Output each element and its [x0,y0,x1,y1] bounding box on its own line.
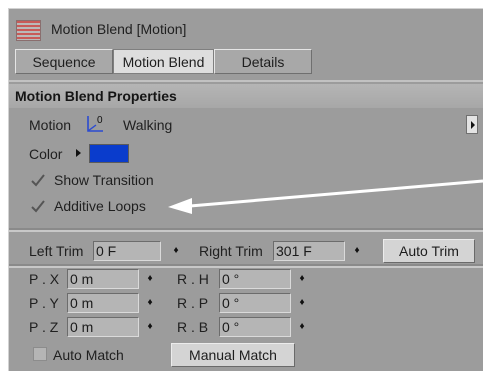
rh-label: R . H [177,271,209,287]
py-field[interactable]: 0 m [67,293,139,313]
right-trim-field[interactable]: 301 F [273,241,345,261]
pos-rot-row-x: P . X 0 m ♦ R . H 0 ° ♦ [9,267,483,291]
match-row: Auto Match Manual Match [9,343,483,367]
rb-field[interactable]: 0 ° [219,317,291,337]
checkmark-icon[interactable] [31,199,45,213]
rb-spinner[interactable]: ♦ [297,317,307,337]
pz-spinner[interactable]: ♦ [145,317,155,337]
manual-match-button[interactable]: Manual Match [171,343,295,367]
attribute-manager-panel: Motion Blend [Motion] Sequence Motion Bl… [8,8,483,371]
auto-trim-button[interactable]: Auto Trim [383,239,475,263]
color-swatch[interactable] [89,144,129,163]
color-row: Color [9,142,483,166]
motion-row: Motion 0 Walking [9,113,483,137]
additive-loops-label: Additive Loops [54,198,146,214]
expand-arrow-icon[interactable] [76,149,81,157]
svg-text:0: 0 [97,115,103,126]
tab-sequence[interactable]: Sequence [15,49,113,74]
auto-match-label: Auto Match [53,347,124,363]
left-trim-field[interactable]: 0 F [93,241,161,261]
rp-label: R . P [177,295,209,311]
py-spinner[interactable]: ♦ [145,293,155,313]
right-trim-spinner[interactable]: ♦ [352,241,362,261]
tab-bar: Sequence Motion Blend Details [15,49,312,74]
show-transition-row: Show Transition [9,168,483,192]
divider [9,80,483,82]
color-label: Color [29,146,63,162]
px-field[interactable]: 0 m [67,269,139,289]
panel-title: Motion Blend [Motion] [51,21,187,37]
right-trim-label: Right Trim [199,243,263,259]
rh-spinner[interactable]: ♦ [297,269,307,289]
section-title: Motion Blend Properties [9,84,483,108]
pos-rot-row-z: P . Z 0 m ♦ R . B 0 ° ♦ [9,315,483,339]
py-label: P . Y [29,295,59,311]
tab-motion-blend[interactable]: Motion Blend [113,49,214,74]
tab-details[interactable]: Details [214,49,312,74]
motion-link-arrow-button[interactable] [466,115,478,134]
rh-field[interactable]: 0 ° [219,269,291,289]
motion-blend-icon [16,20,41,41]
px-spinner[interactable]: ♦ [145,269,155,289]
panel-titlebar: Motion Blend [Motion] [9,9,483,47]
motion-value[interactable]: Walking [123,113,172,137]
rb-label: R . B [177,319,209,335]
divider [9,230,483,232]
pos-rot-row-y: P . Y 0 m ♦ R . P 0 ° ♦ [9,291,483,315]
pz-field[interactable]: 0 m [67,317,139,337]
motion-label: Motion [29,117,72,133]
px-label: P . X [29,271,60,287]
show-transition-label: Show Transition [54,172,154,188]
left-trim-spinner[interactable]: ♦ [171,241,181,261]
rp-spinner[interactable]: ♦ [297,293,307,313]
checkmark-icon[interactable] [31,173,45,187]
axis-motion-icon: 0 [87,115,103,132]
additive-loops-row: Additive Loops [9,194,483,218]
rp-field[interactable]: 0 ° [219,293,291,313]
auto-match-checkbox[interactable] [33,347,47,361]
trim-row: Left Trim 0 F ♦ Right Trim 301 F ♦ Auto … [9,239,483,263]
left-trim-label: Left Trim [29,243,84,259]
pz-label: P . Z [29,319,59,335]
